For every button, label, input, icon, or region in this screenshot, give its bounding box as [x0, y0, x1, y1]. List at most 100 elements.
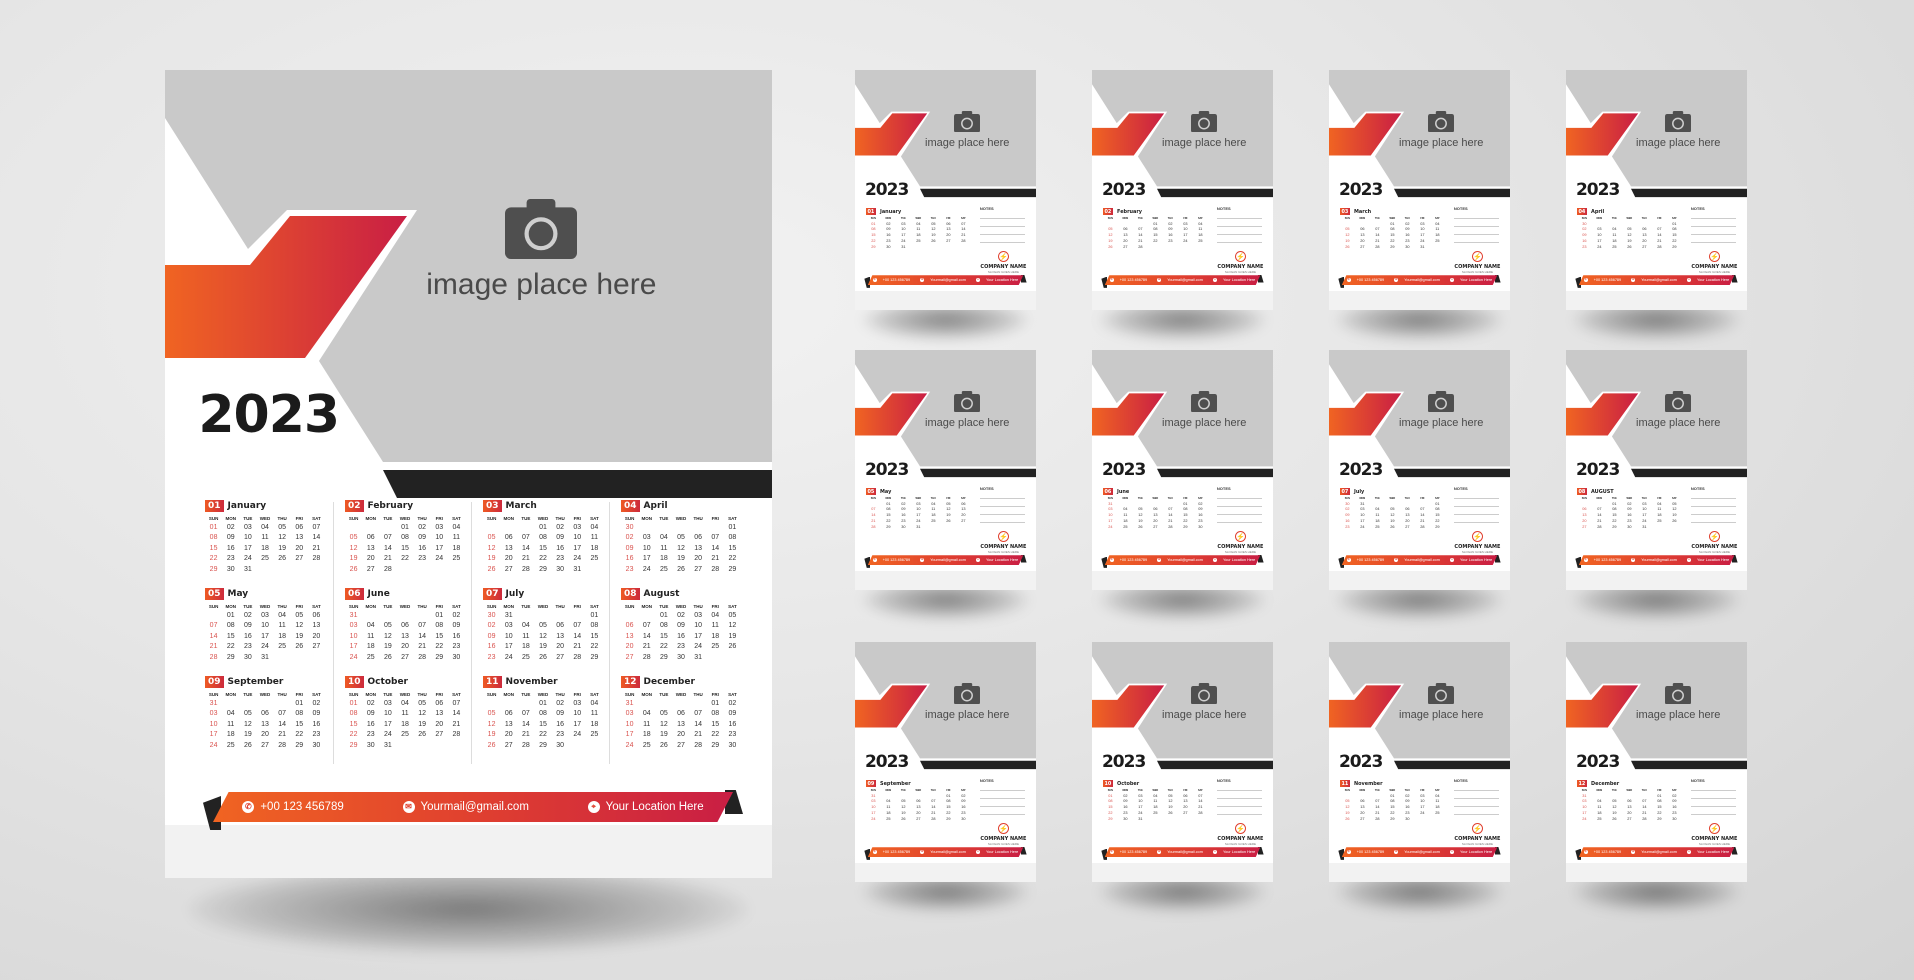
day-cell[interactable]: 02 [1400, 222, 1415, 226]
day-cell[interactable]: 01 [345, 700, 362, 708]
day-cell[interactable]: 05 [1133, 507, 1148, 511]
day-cell[interactable]: 07 [517, 534, 534, 542]
day-cell[interactable]: 11 [1430, 799, 1445, 803]
day-cell[interactable]: 04 [1370, 507, 1385, 511]
notes-section[interactable]: NOTES [979, 486, 1026, 523]
day-cell[interactable]: 23 [552, 731, 569, 739]
day-cell[interactable]: 08 [345, 710, 362, 718]
day-cell[interactable]: 29 [881, 525, 896, 529]
day-cell[interactable]: 06 [1355, 799, 1370, 803]
day-cell[interactable]: 14 [517, 721, 534, 729]
day-cell[interactable]: 26 [672, 566, 689, 574]
day-cell[interactable]: 24 [431, 555, 448, 563]
day-cell[interactable]: 05 [1340, 799, 1355, 803]
day-cell[interactable]: 10 [239, 534, 256, 542]
day-cell[interactable]: 23 [881, 239, 896, 243]
day-cell[interactable]: 25 [638, 742, 655, 750]
day-cell[interactable]: 11 [1607, 233, 1622, 237]
day-cell[interactable]: 17 [866, 811, 881, 815]
day-cell[interactable]: 16 [1400, 233, 1415, 237]
day-cell[interactable]: 15 [655, 633, 672, 641]
day-cell[interactable]: 25 [926, 519, 941, 523]
day-cell[interactable]: 12 [1622, 233, 1637, 237]
contact-location[interactable]: ⌖ Your Location Here [1450, 850, 1492, 854]
day-cell[interactable]: 22 [396, 555, 413, 563]
day-cell[interactable]: 15 [1652, 805, 1667, 809]
day-cell[interactable]: 30 [222, 566, 239, 574]
day-cell[interactable]: 30 [1667, 817, 1682, 821]
day-cell[interactable]: 20 [552, 643, 569, 651]
day-cell[interactable]: 27 [1355, 817, 1370, 821]
day-cell[interactable]: 25 [911, 239, 926, 243]
notes-section[interactable]: NOTES [1216, 486, 1263, 523]
day-cell[interactable]: 31 [1355, 502, 1370, 506]
day-cell[interactable]: 04 [638, 710, 655, 718]
day-cell[interactable]: 24 [569, 731, 586, 739]
day-cell[interactable]: 20 [911, 811, 926, 815]
day-cell[interactable]: 14 [414, 633, 431, 641]
day-cell[interactable]: 24 [1133, 811, 1148, 815]
contact-email[interactable]: ✉ Yourmail@gmail.com [1631, 850, 1677, 854]
day-cell[interactable]: 23 [724, 731, 741, 739]
contact-location[interactable]: ⌖ Your Location Here [1450, 558, 1492, 562]
day-cell[interactable]: 17 [896, 233, 911, 237]
day-cell[interactable]: 05 [534, 622, 551, 630]
day-cell[interactable]: 23 [414, 555, 431, 563]
day-cell[interactable]: 24 [1577, 817, 1592, 821]
day-cell[interactable]: 18 [1193, 233, 1208, 237]
day-cell[interactable]: 10 [1355, 513, 1370, 517]
day-cell[interactable]: 15 [291, 721, 308, 729]
day-cell[interactable]: 18 [638, 731, 655, 739]
day-cell[interactable]: 26 [1340, 817, 1355, 821]
day-cell[interactable]: 19 [483, 731, 500, 739]
day-cell[interactable]: 01 [291, 700, 308, 708]
contact-email[interactable]: ✉ Yourmail@gmail.com [1631, 278, 1677, 282]
day-cell[interactable]: 28 [308, 555, 325, 563]
contact-location[interactable]: ⌖ Your Location Here [1687, 278, 1729, 282]
day-cell[interactable]: 05 [655, 710, 672, 718]
day-cell[interactable]: 29 [205, 566, 222, 574]
day-cell[interactable]: 26 [1103, 245, 1118, 249]
day-cell[interactable]: 30 [448, 654, 465, 662]
day-cell[interactable]: 18 [1148, 805, 1163, 809]
day-cell[interactable]: 12 [291, 622, 308, 630]
contact-email[interactable]: ✉ Yourmail@gmail.com [1394, 278, 1440, 282]
contact-location[interactable]: ⌖ Your Location Here [587, 801, 704, 813]
day-cell[interactable]: 16 [1340, 519, 1355, 523]
day-cell[interactable]: 11 [256, 534, 273, 542]
day-cell[interactable]: 30 [1193, 525, 1208, 529]
day-cell[interactable]: 31 [621, 700, 638, 708]
day-cell[interactable]: 24 [500, 654, 517, 662]
day-cell[interactable]: 21 [448, 721, 465, 729]
day-cell[interactable]: 09 [956, 799, 971, 803]
day-cell[interactable]: 06 [672, 710, 689, 718]
day-cell[interactable]: 06 [911, 799, 926, 803]
contact-phone[interactable]: ✆ +00 123 456789 [242, 801, 344, 813]
day-cell[interactable]: 17 [621, 731, 638, 739]
day-cell[interactable]: 01 [534, 524, 551, 532]
day-cell[interactable]: 30 [1400, 817, 1415, 821]
day-cell[interactable]: 27 [956, 519, 971, 523]
day-cell[interactable]: 01 [1607, 502, 1622, 506]
day-cell[interactable]: 03 [638, 534, 655, 542]
day-cell[interactable]: 02 [308, 700, 325, 708]
day-cell[interactable]: 04 [274, 612, 291, 620]
day-cell[interactable]: 10 [690, 622, 707, 630]
day-cell[interactable]: 06 [956, 502, 971, 506]
day-cell[interactable]: 06 [1577, 507, 1592, 511]
day-cell[interactable]: 19 [534, 643, 551, 651]
day-cell[interactable]: 15 [534, 545, 551, 553]
day-cell[interactable]: 12 [483, 721, 500, 729]
day-cell[interactable]: 05 [1607, 799, 1622, 803]
day-cell[interactable]: 31 [690, 654, 707, 662]
day-cell[interactable]: 27 [1622, 817, 1637, 821]
day-cell[interactable]: 09 [362, 710, 379, 718]
day-cell[interactable]: 19 [379, 643, 396, 651]
day-cell[interactable]: 24 [896, 239, 911, 243]
day-cell[interactable]: 25 [881, 817, 896, 821]
day-cell[interactable]: 12 [896, 805, 911, 809]
day-cell[interactable]: 02 [672, 612, 689, 620]
day-cell[interactable]: 19 [926, 233, 941, 237]
day-cell[interactable]: 17 [256, 633, 273, 641]
day-cell[interactable]: 08 [534, 710, 551, 718]
